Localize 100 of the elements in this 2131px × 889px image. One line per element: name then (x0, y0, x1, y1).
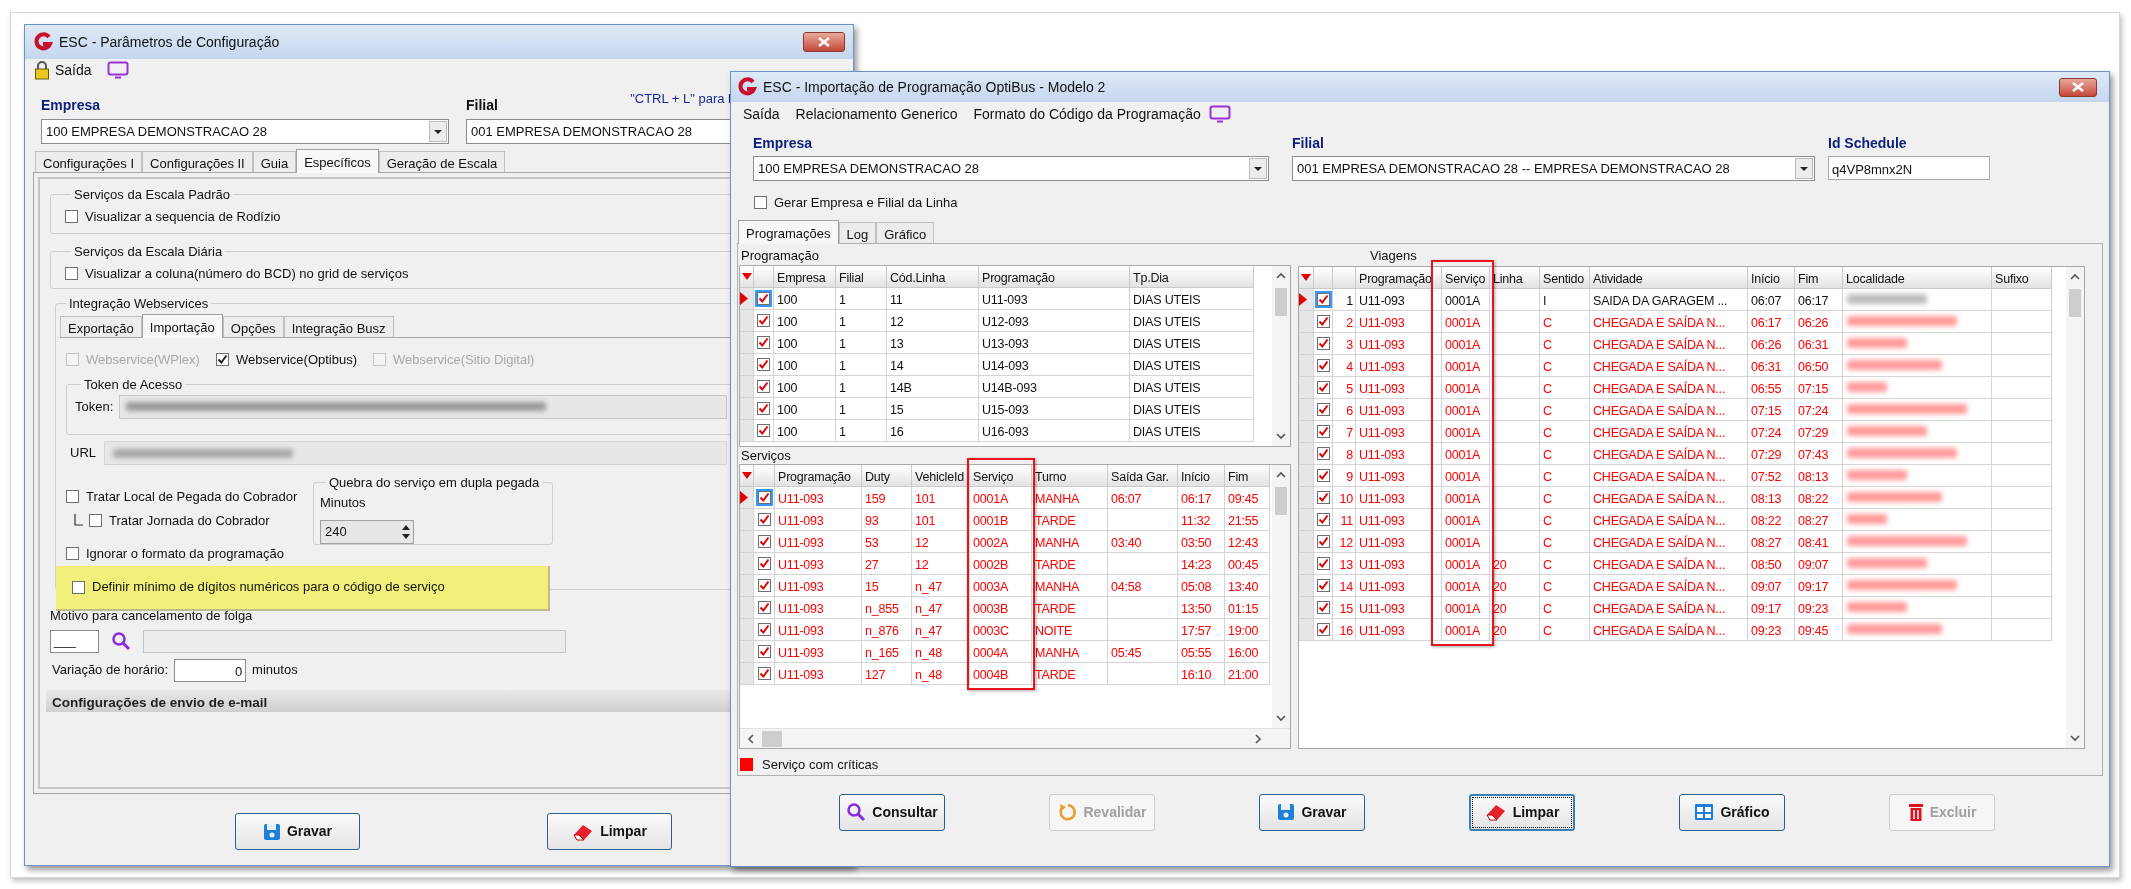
checkbox[interactable] (757, 645, 771, 659)
column-header[interactable] (1299, 266, 1314, 289)
checkbox[interactable] (1316, 534, 1330, 548)
column-header[interactable]: Cód.Linha (887, 266, 979, 289)
checkbox[interactable] (1316, 380, 1330, 394)
menu-item[interactable]: Formato do Código da Programação (973, 103, 1201, 125)
code-field[interactable]: ___ (50, 629, 99, 653)
column-header[interactable]: Sentido (1540, 266, 1590, 289)
checkbox[interactable] (66, 547, 79, 561)
row-header[interactable] (740, 487, 754, 510)
spinner-field[interactable]: 240 (320, 520, 414, 544)
sort-arrow-icon[interactable] (1301, 273, 1311, 281)
column-header[interactable]: Programação (775, 465, 862, 488)
checkbox[interactable] (1316, 512, 1330, 526)
column-header[interactable]: Início (1748, 266, 1795, 289)
tab[interactable]: Integração Busz (283, 315, 394, 337)
checkbox[interactable] (65, 266, 78, 280)
column-header[interactable]: Atividade (1590, 266, 1748, 289)
column-header[interactable]: Início (1178, 465, 1225, 488)
checkbox[interactable] (1316, 402, 1330, 416)
column-header[interactable]: Turno (1032, 465, 1108, 488)
column-header[interactable]: Linha (1490, 266, 1540, 289)
column-header[interactable] (740, 266, 754, 289)
column-header[interactable]: Serviço (1442, 266, 1490, 289)
column-header[interactable]: Empresa (774, 266, 836, 289)
sort-arrow-icon[interactable] (741, 472, 752, 480)
checkbox[interactable] (1316, 292, 1330, 306)
checkbox[interactable] (1316, 578, 1330, 592)
scrollbar-thumb[interactable] (1275, 288, 1287, 317)
checkbox[interactable] (757, 336, 770, 350)
checkbox[interactable] (1316, 336, 1330, 350)
column-header[interactable]: Localidade (1843, 266, 1992, 289)
checkbox[interactable] (757, 557, 771, 571)
checkbox[interactable] (89, 513, 102, 527)
checkbox[interactable] (72, 580, 85, 594)
checkbox[interactable] (757, 314, 770, 328)
row-header[interactable] (1299, 288, 1314, 311)
tab[interactable]: Opções (222, 315, 284, 337)
save-button[interactable]: Gravar (1259, 793, 1365, 831)
scrollbar-thumb[interactable] (762, 730, 782, 747)
sort-arrow-icon[interactable] (741, 273, 752, 281)
column-header[interactable]: Fim (1225, 465, 1270, 488)
row-header[interactable] (740, 288, 754, 311)
checkbox[interactable] (757, 380, 770, 394)
vertical-scrollbar[interactable] (1272, 266, 1290, 447)
checkbox[interactable] (757, 358, 770, 372)
checkbox[interactable] (1316, 424, 1330, 438)
column-header[interactable]: Tp.Dia (1130, 266, 1254, 289)
text-field[interactable]: q4VP8mnx2N (1828, 156, 1990, 180)
checkbox[interactable] (1316, 468, 1330, 482)
close-button[interactable] (2059, 77, 2097, 97)
checkbox[interactable] (1316, 358, 1330, 372)
scrollbar-thumb[interactable] (1275, 487, 1287, 516)
menu-item[interactable]: Relacionamento Generico (795, 103, 958, 125)
url-field[interactable] (104, 441, 727, 465)
column-header[interactable]: Filial (836, 266, 887, 289)
monitor-icon[interactable] (106, 61, 129, 79)
checkbox[interactable] (1316, 490, 1330, 504)
column-header[interactable]: Sufixo (1992, 266, 2052, 289)
tab[interactable]: Programações (738, 219, 839, 244)
menu-item[interactable]: Saída (743, 103, 780, 125)
horizontal-scrollbar[interactable] (740, 728, 1290, 748)
checkbox[interactable] (757, 424, 770, 438)
search-button[interactable]: Consultar (839, 793, 945, 831)
tab[interactable]: Log (838, 221, 877, 243)
checkbox[interactable] (757, 491, 771, 505)
checkbox[interactable] (757, 601, 771, 615)
checkbox[interactable] (1316, 622, 1330, 636)
checkbox[interactable] (757, 292, 770, 306)
checkbox[interactable] (1316, 314, 1330, 328)
checkbox[interactable] (65, 209, 78, 223)
chart-button[interactable]: Gráfico (1679, 793, 1785, 831)
column-header[interactable] (740, 465, 754, 488)
token-field[interactable] (119, 394, 728, 419)
vertical-scrollbar[interactable] (1272, 465, 1290, 728)
checkbox[interactable] (1316, 600, 1330, 614)
checkbox[interactable] (757, 402, 770, 416)
tab[interactable]: Gráfico (876, 221, 935, 243)
checkbox[interactable] (1316, 556, 1330, 570)
checkbox[interactable] (215, 352, 229, 366)
tab[interactable]: Guia (252, 151, 297, 172)
close-button[interactable] (803, 32, 845, 52)
column-header[interactable]: Saída Gar. (1108, 465, 1178, 488)
column-header[interactable]: Serviço (970, 465, 1032, 488)
dropdown-field[interactable]: 001 EMPRESA DEMONSTRACAO 28 (466, 119, 731, 144)
vertical-scrollbar[interactable] (2066, 266, 2084, 748)
checkbox[interactable] (66, 490, 79, 504)
dropdown-field[interactable]: 001 EMPRESA DEMONSTRACAO 28 -- EMPRESA DEMONSTRACAO 28 (1292, 156, 1815, 181)
column-header[interactable]: Programação (979, 266, 1130, 289)
checkbox[interactable] (754, 196, 767, 210)
column-header[interactable]: VehicleId (912, 465, 970, 488)
scrollbar-thumb[interactable] (2069, 288, 2081, 317)
checkbox[interactable] (1316, 446, 1330, 460)
checkbox[interactable] (757, 535, 771, 549)
dropdown-field[interactable]: 100 EMPRESA DEMONSTRACAO 28 (753, 156, 1269, 181)
clear-button[interactable]: Limpar (1469, 793, 1575, 831)
tab[interactable]: Importação (141, 313, 223, 338)
checkbox[interactable] (757, 579, 771, 593)
tab[interactable]: Configurações II (142, 151, 253, 172)
column-header[interactable]: Fim (1795, 266, 1843, 289)
